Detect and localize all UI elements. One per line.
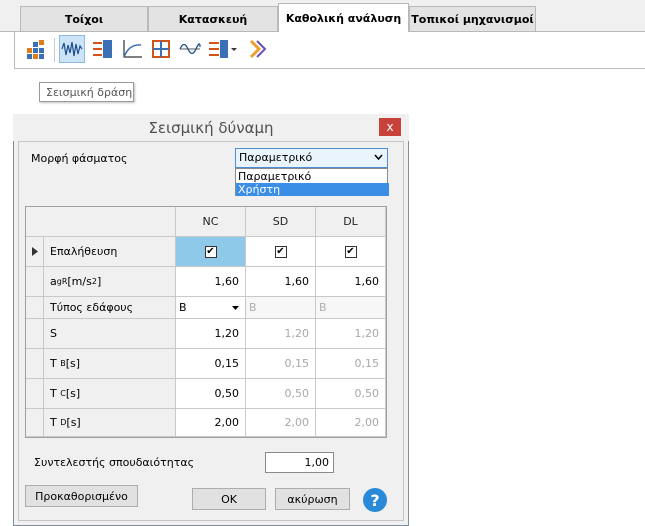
spectrum-select-value: Παραμετρικό xyxy=(239,151,313,164)
row-header xyxy=(26,349,44,379)
load-menu-icon[interactable] xyxy=(207,35,239,63)
row-label-soil: Τύπος εδάφους xyxy=(44,297,176,319)
tb-nc-input[interactable]: 0,15 xyxy=(176,349,246,379)
tooltip: Σεισμική δράση xyxy=(39,82,134,102)
spectrum-option-parametric[interactable]: Παραμετρικό xyxy=(236,170,389,183)
importance-label: Συντελεστής σπουδαιότητας xyxy=(34,456,195,469)
grid-corner xyxy=(26,207,176,237)
help-icon[interactable]: ? xyxy=(363,488,387,512)
tab-structure[interactable]: Κατασκευή xyxy=(148,6,278,31)
ok-button[interactable]: OK xyxy=(192,488,266,510)
td-sd-input: 2,00 xyxy=(246,409,316,437)
soil-sd-select: B xyxy=(246,297,316,319)
chevron-down-icon xyxy=(374,154,383,161)
check-cell-sd[interactable]: ✔ xyxy=(246,237,316,267)
tc-dl-input: 0,50 xyxy=(316,379,386,409)
default-button[interactable]: Προκαθορισμένο xyxy=(25,485,138,507)
check-cell-nc[interactable]: ✔ xyxy=(176,237,246,267)
row-header xyxy=(26,319,44,349)
frame-icon[interactable] xyxy=(148,35,174,63)
importance-input[interactable]: 1,00 xyxy=(265,452,334,473)
tb-dl-input: 0,15 xyxy=(316,349,386,379)
checkbox-nc[interactable]: ✔ xyxy=(204,245,217,258)
soil-dl-select: B xyxy=(316,297,386,319)
td-nc-input[interactable]: 2,00 xyxy=(176,409,246,437)
row-header xyxy=(26,409,44,437)
column-header-dl: DL xyxy=(316,207,386,237)
spectrum-icon[interactable] xyxy=(177,35,203,63)
tc-nc-input[interactable]: 0,50 xyxy=(176,379,246,409)
spectrum-label: Μορφή φάσματος xyxy=(31,152,128,165)
current-row-marker xyxy=(26,237,44,267)
row-header xyxy=(26,379,44,409)
column-header-sd: SD xyxy=(246,207,316,237)
td-dl-input: 2,00 xyxy=(316,409,386,437)
seismic-grid-icon[interactable] xyxy=(23,35,49,63)
tab-walls[interactable]: Τοίχοι xyxy=(20,6,148,31)
row-header xyxy=(26,297,44,319)
agr-dl-input[interactable]: 1,60 xyxy=(316,267,386,297)
checkbox-dl[interactable]: ✔ xyxy=(344,245,357,258)
tab-global-analysis[interactable]: Καθολική ανάλυση xyxy=(278,3,409,32)
arrow-next-icon[interactable] xyxy=(245,35,271,63)
row-label-tc: T C [s] xyxy=(44,379,176,409)
s-sd-input: 1,20 xyxy=(246,319,316,349)
s-dl-input: 1,20 xyxy=(316,319,386,349)
toolbar-separator xyxy=(54,38,55,62)
check-cell-dl[interactable]: ✔ xyxy=(316,237,386,267)
s-nc-input[interactable]: 1,20 xyxy=(176,319,246,349)
seismic-wave-icon[interactable] xyxy=(59,35,85,63)
chevron-down-icon xyxy=(232,306,239,310)
spectrum-select[interactable]: Παραμετρικό xyxy=(235,148,388,168)
row-header xyxy=(26,267,44,297)
spectrum-option-user[interactable]: Χρήστη xyxy=(236,183,389,196)
row-label-agr: a gR [m/s 2] xyxy=(44,267,176,297)
tc-sd-input: 0,50 xyxy=(246,379,316,409)
tab-local-mechanisms[interactable]: Τοπικοί μηχανισμοί xyxy=(409,6,536,31)
checkbox-sd[interactable]: ✔ xyxy=(274,245,287,258)
agr-nc-input[interactable]: 1,60 xyxy=(176,267,246,297)
tb-sd-input: 0,15 xyxy=(246,349,316,379)
wall-forces-icon[interactable] xyxy=(90,35,116,63)
column-header-nc: NC xyxy=(176,207,246,237)
parameters-grid: NC SD DL Επαλήθευση ✔ ✔ ✔ a gR [m/s 2] 1,6… xyxy=(25,206,387,438)
row-label-td: T D [s] xyxy=(44,409,176,437)
agr-sd-input[interactable]: 1,60 xyxy=(246,267,316,297)
ribbon-divider xyxy=(0,31,14,32)
row-label-check: Επαλήθευση xyxy=(44,237,176,267)
pushover-curve-icon[interactable] xyxy=(119,35,145,63)
cancel-button[interactable]: ακύρωση xyxy=(275,488,350,510)
dialog-title: Σεισμική δύναμη xyxy=(13,114,409,141)
spectrum-dropdown-list: Παραμετρικό Χρήστη xyxy=(235,168,389,196)
row-label-tb: T B [s] xyxy=(44,349,176,379)
close-button[interactable]: x xyxy=(379,118,401,136)
row-pointer-icon xyxy=(31,247,38,256)
soil-nc-select[interactable]: B xyxy=(176,297,246,319)
row-label-s: S xyxy=(44,319,176,349)
